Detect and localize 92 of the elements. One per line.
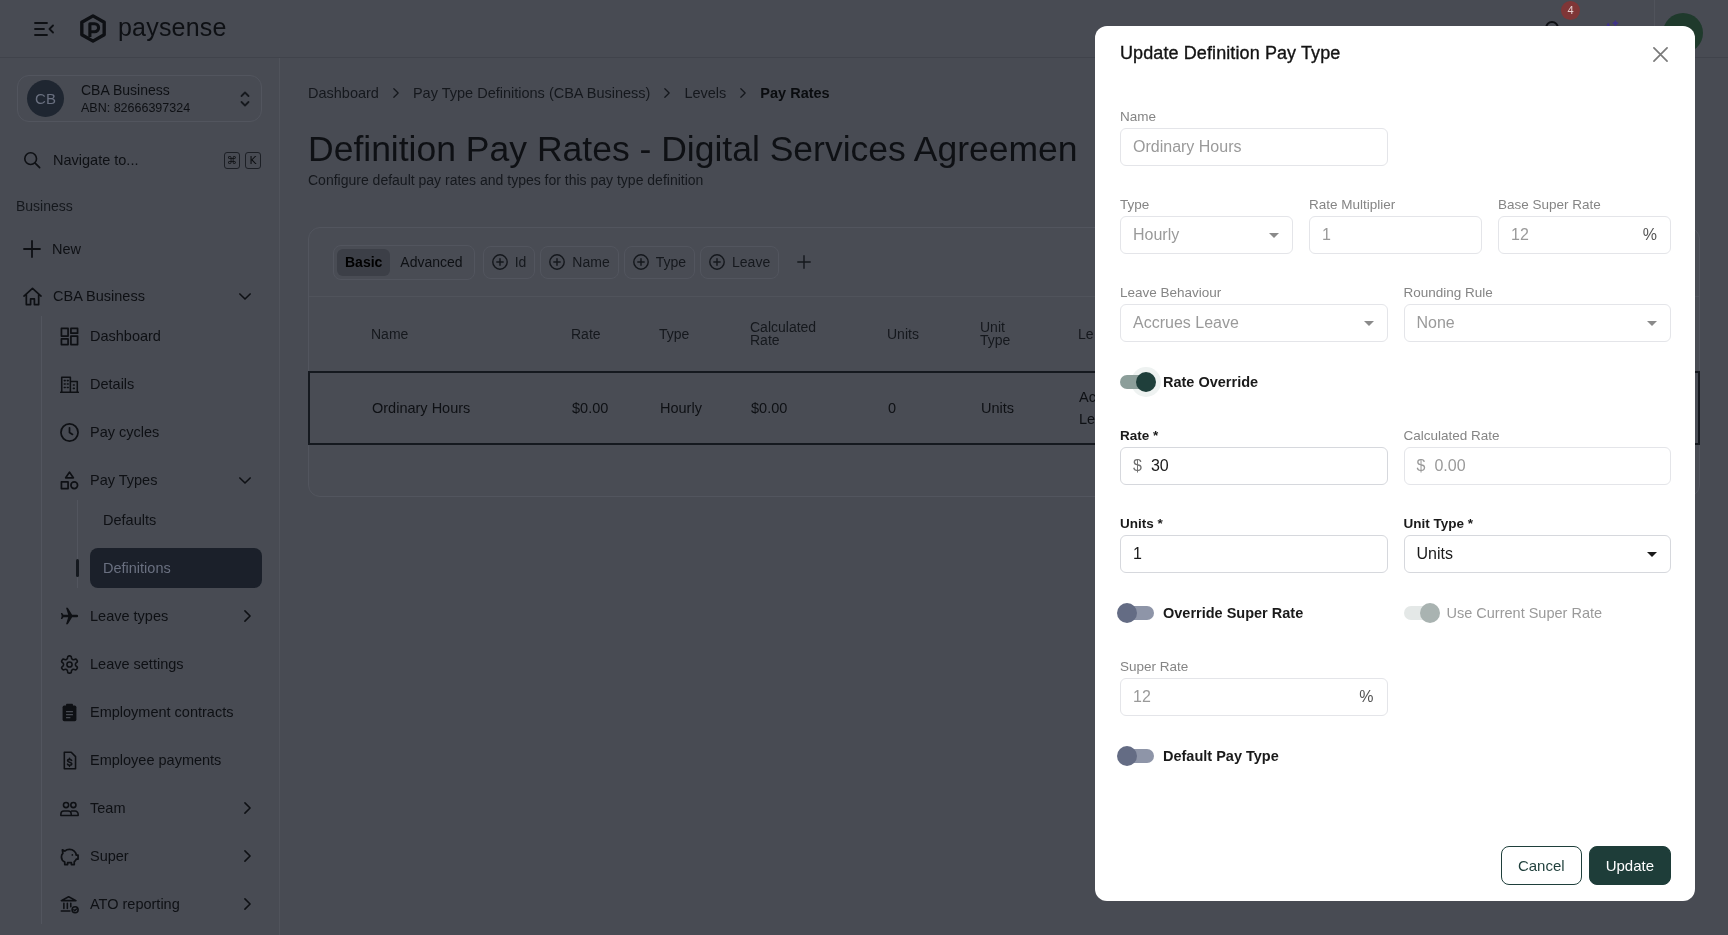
field-label: Type bbox=[1120, 197, 1151, 213]
notification-count: 4 bbox=[1561, 0, 1580, 20]
input-field[interactable]: $ 30 bbox=[1120, 447, 1388, 485]
caret-down-icon bbox=[1647, 551, 1657, 557]
brand-name: paysense bbox=[118, 12, 227, 43]
nav-item[interactable]: Dashboard bbox=[60, 316, 262, 356]
plus-circle-icon bbox=[491, 254, 508, 270]
account-switcher[interactable]: CB CBA Business ABN: 82666397324 bbox=[17, 75, 262, 122]
chevron-right-icon[interactable] bbox=[244, 610, 251, 622]
view-tab[interactable]: Basic bbox=[337, 248, 391, 276]
logo-icon bbox=[80, 14, 106, 43]
nav-item[interactable]: Leave settings bbox=[60, 644, 262, 684]
caret-down-icon bbox=[1363, 320, 1374, 326]
caret-down-icon bbox=[1269, 232, 1279, 238]
nav-item[interactable]: ATO reporting bbox=[60, 884, 262, 924]
dialog-title: Update Definition Pay Type bbox=[1120, 42, 1341, 64]
field-label: Rate Multiplier bbox=[1309, 197, 1397, 213]
update-button[interactable]: Update bbox=[1588, 846, 1671, 885]
field-label: Base Super Rate bbox=[1498, 197, 1602, 213]
table-cell-text: Hourly bbox=[660, 400, 703, 416]
page-title: Definition Pay Rates - Digital Services Agreemen bbox=[308, 129, 1078, 169]
airplane-icon bbox=[60, 606, 79, 626]
piggy-bank-icon bbox=[60, 846, 79, 866]
column-header[interactable]: Rate bbox=[571, 327, 601, 341]
table-cell-text: Units bbox=[981, 400, 1016, 416]
input-field[interactable]: 1 bbox=[1120, 535, 1388, 573]
nav-item[interactable]: Employment contracts bbox=[60, 692, 262, 732]
table-cell-text: Ac Le bbox=[1079, 388, 1096, 429]
nav-item[interactable]: CBA Business bbox=[16, 276, 262, 316]
nav-item[interactable]: Defaults bbox=[90, 500, 262, 540]
table-cell-text: Ordinary Hours bbox=[372, 400, 472, 416]
field-label: Units * bbox=[1120, 516, 1164, 532]
table-cell-text: $0.00 bbox=[572, 400, 610, 416]
field-label: Unit Type * bbox=[1403, 516, 1474, 532]
building-icon bbox=[60, 374, 79, 394]
chevron-right-icon[interactable] bbox=[244, 802, 251, 814]
breadcrumb-current: Pay Rates bbox=[760, 85, 830, 101]
new-button[interactable]: New bbox=[16, 229, 262, 269]
plus-circle-icon bbox=[709, 254, 726, 270]
plus-icon bbox=[23, 240, 41, 258]
toggle-label: Rate Override bbox=[1163, 374, 1259, 390]
search-field[interactable]: Navigate to... ⌘ K bbox=[16, 144, 262, 176]
field-label: Calculated Rate bbox=[1403, 428, 1501, 444]
account-avatar: CB bbox=[27, 80, 64, 117]
chevron-right-icon[interactable] bbox=[244, 850, 251, 862]
search-icon bbox=[23, 151, 41, 169]
toggle-label: Override Super Rate bbox=[1163, 605, 1304, 621]
nav-item[interactable]: Pay cycles bbox=[60, 412, 262, 452]
chevron-down-icon[interactable] bbox=[239, 292, 251, 300]
dashboard-grid-icon bbox=[60, 326, 79, 346]
shortcut-key: K bbox=[245, 151, 261, 169]
menu-collapse-icon[interactable] bbox=[34, 20, 54, 37]
shapes-icon bbox=[60, 470, 79, 490]
chevron-right-icon bbox=[392, 88, 399, 98]
nav-item[interactable]: Details bbox=[60, 364, 262, 404]
nav-item[interactable]: Team bbox=[60, 788, 262, 828]
plus-circle-icon bbox=[632, 254, 649, 270]
field-label: Rounding Rule bbox=[1403, 285, 1494, 301]
account-name: CBA Business bbox=[81, 82, 171, 98]
field-label: Leave Behaviour bbox=[1120, 285, 1223, 301]
chevron-right-icon[interactable] bbox=[244, 898, 251, 910]
chevron-right-icon bbox=[740, 88, 747, 98]
plus-circle-icon bbox=[549, 254, 566, 270]
toggle-label: Default Pay Type bbox=[1163, 748, 1279, 764]
bank-check-icon bbox=[60, 894, 79, 914]
clock-icon bbox=[60, 422, 79, 442]
nav-item[interactable]: Leave types bbox=[60, 596, 262, 636]
nav-item[interactable]: Super bbox=[60, 836, 262, 876]
account-abn: ABN: 82666397324 bbox=[81, 101, 191, 115]
toggle-label: Use Current Super Rate bbox=[1446, 605, 1603, 621]
clipboard-icon bbox=[60, 702, 79, 722]
plus-icon[interactable] bbox=[797, 255, 812, 269]
cancel-button[interactable]: Cancel bbox=[1500, 846, 1582, 885]
table-cell-text: 0 bbox=[888, 400, 898, 416]
nav-item[interactable]: Pay Types bbox=[60, 460, 262, 500]
select-field[interactable]: Units bbox=[1403, 535, 1671, 573]
shortcut-key: ⌘ bbox=[224, 151, 240, 169]
table-cell-text: $0.00 bbox=[751, 400, 789, 416]
chevron-right-icon bbox=[664, 88, 671, 98]
home-icon bbox=[23, 286, 42, 306]
caret-down-icon bbox=[1647, 320, 1657, 326]
column-header[interactable]: Calculated Rate bbox=[750, 321, 817, 347]
gear-icon bbox=[60, 654, 79, 674]
view-tab[interactable]: Advanced bbox=[392, 248, 471, 276]
up-down-chevron-icon bbox=[240, 90, 250, 107]
close-icon[interactable] bbox=[1653, 47, 1668, 62]
nav-item[interactable]: Employee payments bbox=[60, 740, 262, 780]
field-label: Name bbox=[1120, 109, 1157, 125]
active-indicator bbox=[76, 559, 79, 577]
chevron-down-icon[interactable] bbox=[239, 476, 251, 484]
field-label: Rate * bbox=[1120, 428, 1160, 444]
field-label: Super Rate bbox=[1120, 659, 1190, 675]
